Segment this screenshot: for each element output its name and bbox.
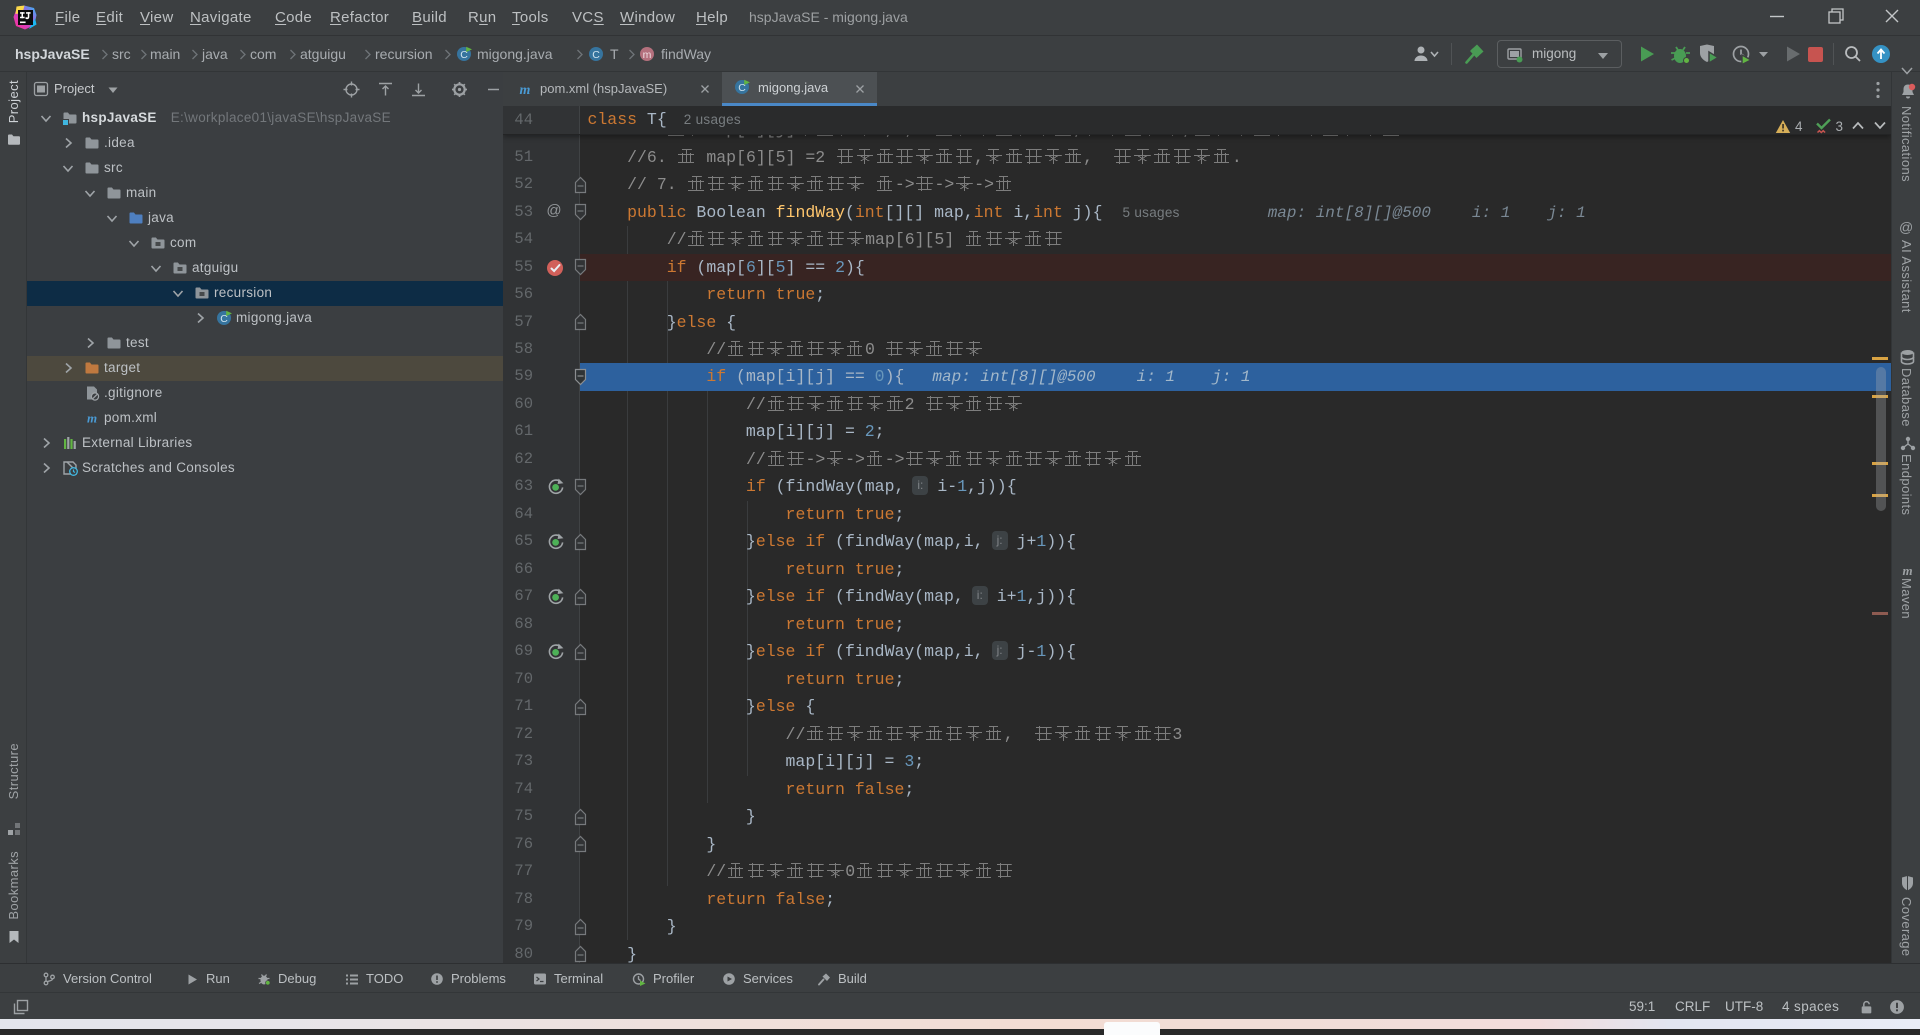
svg-text:C: C	[592, 49, 600, 61]
svg-text:m: m	[1902, 563, 1912, 578]
svg-text:m: m	[643, 49, 652, 61]
svg-text:m: m	[87, 411, 97, 426]
svg-text:m: m	[520, 83, 531, 97]
